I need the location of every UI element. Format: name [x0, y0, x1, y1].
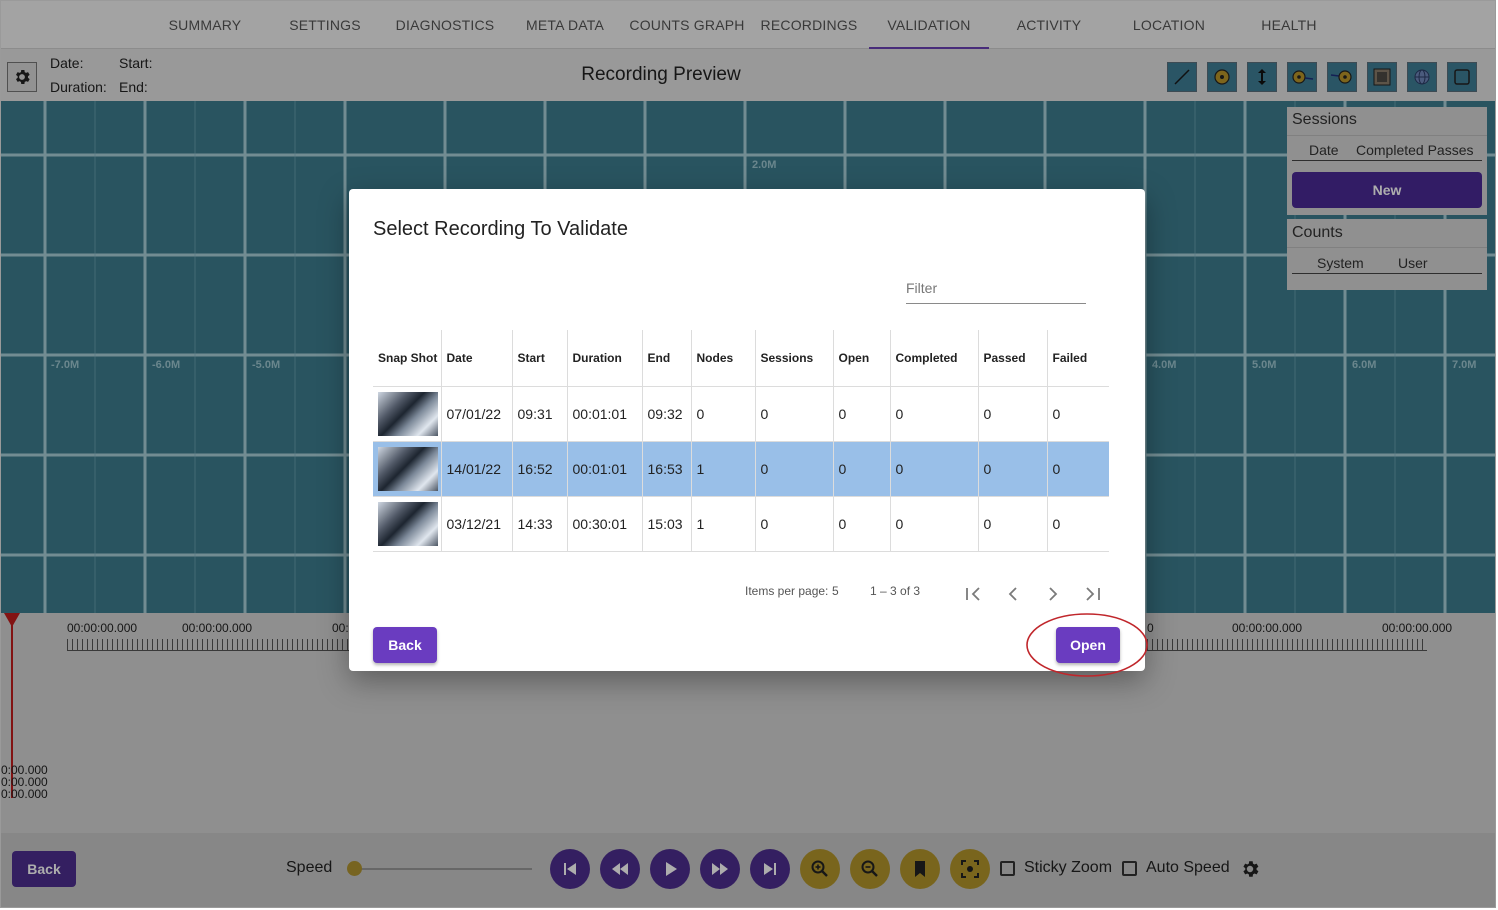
col-open[interactable]: Open: [833, 330, 891, 387]
cell-end: 15:03: [642, 496, 692, 552]
snapshot-thumbnail: [378, 446, 438, 491]
cell-open: 0: [833, 441, 891, 497]
cell-passed: 0: [978, 441, 1048, 497]
dialog-back-button[interactable]: Back: [373, 627, 437, 663]
col-snapshot[interactable]: Snap Shot: [373, 330, 442, 387]
col-failed[interactable]: Failed: [1047, 330, 1109, 387]
cell-nodes: 1: [691, 496, 756, 552]
last-page-icon[interactable]: [1081, 582, 1105, 606]
cell-completed: 0: [890, 386, 979, 442]
range-label: 1 – 3 of 3: [870, 584, 921, 598]
table-header-row: Snap Shot Date Start Duration End Nodes …: [373, 330, 1109, 387]
recordings-table: Snap Shot Date Start Duration End Nodes …: [373, 330, 1109, 552]
items-per-page-select[interactable]: 5: [832, 584, 839, 598]
dialog-title: Select Recording To Validate: [373, 218, 628, 240]
snapshot-cell: [373, 386, 442, 442]
col-nodes[interactable]: Nodes: [691, 330, 756, 387]
cell-start: 14:33: [512, 496, 568, 552]
col-date[interactable]: Date: [441, 330, 513, 387]
snapshot-thumbnail: [378, 391, 438, 436]
cell-sessions: 0: [755, 441, 834, 497]
table-row-selected[interactable]: 14/01/22 16:52 00:01:01 16:53 1 0 0 0 0 …: [373, 441, 1109, 497]
col-end[interactable]: End: [642, 330, 692, 387]
cell-start: 16:52: [512, 441, 568, 497]
table-row[interactable]: 07/01/22 09:31 00:01:01 09:32 0 0 0 0 0 …: [373, 386, 1109, 442]
cell-end: 16:53: [642, 441, 692, 497]
prev-page-icon[interactable]: [1001, 582, 1025, 606]
table-row[interactable]: 03/12/21 14:33 00:30:01 15:03 1 0 0 0 0 …: [373, 496, 1109, 552]
cell-failed: 0: [1047, 496, 1109, 552]
cell-date: 03/12/21: [441, 496, 513, 552]
cell-completed: 0: [890, 496, 979, 552]
filter-input[interactable]: Filter: [906, 280, 1086, 304]
cell-passed: 0: [978, 496, 1048, 552]
snapshot-cell: [373, 441, 442, 497]
cell-open: 0: [833, 496, 891, 552]
col-sessions[interactable]: Sessions: [755, 330, 834, 387]
cell-failed: 0: [1047, 441, 1109, 497]
highlight-ring: [1026, 613, 1148, 677]
filter-placeholder: Filter: [906, 280, 938, 296]
cell-sessions: 0: [755, 386, 834, 442]
items-per-page-label: Items per page:: [745, 584, 829, 598]
col-passed[interactable]: Passed: [978, 330, 1048, 387]
select-recording-dialog: Select Recording To Validate Filter Snap…: [349, 189, 1145, 671]
cell-nodes: 1: [691, 441, 756, 497]
cell-open: 0: [833, 386, 891, 442]
cell-end: 09:32: [642, 386, 692, 442]
col-completed[interactable]: Completed: [890, 330, 979, 387]
cell-failed: 0: [1047, 386, 1109, 442]
cell-duration: 00:01:01: [567, 441, 643, 497]
cell-date: 07/01/22: [441, 386, 513, 442]
cell-start: 09:31: [512, 386, 568, 442]
cell-date: 14/01/22: [441, 441, 513, 497]
col-duration[interactable]: Duration: [567, 330, 643, 387]
cell-completed: 0: [890, 441, 979, 497]
app-window: SUMMARY SETTINGS DIAGNOSTICS META DATA C…: [0, 0, 1496, 908]
cell-passed: 0: [978, 386, 1048, 442]
first-page-icon[interactable]: [961, 582, 985, 606]
cell-sessions: 0: [755, 496, 834, 552]
cell-nodes: 0: [691, 386, 756, 442]
snapshot-thumbnail: [378, 501, 438, 546]
snapshot-cell: [373, 496, 442, 552]
col-start[interactable]: Start: [512, 330, 568, 387]
cell-duration: 00:01:01: [567, 386, 643, 442]
next-page-icon[interactable]: [1041, 582, 1065, 606]
cell-duration: 00:30:01: [567, 496, 643, 552]
